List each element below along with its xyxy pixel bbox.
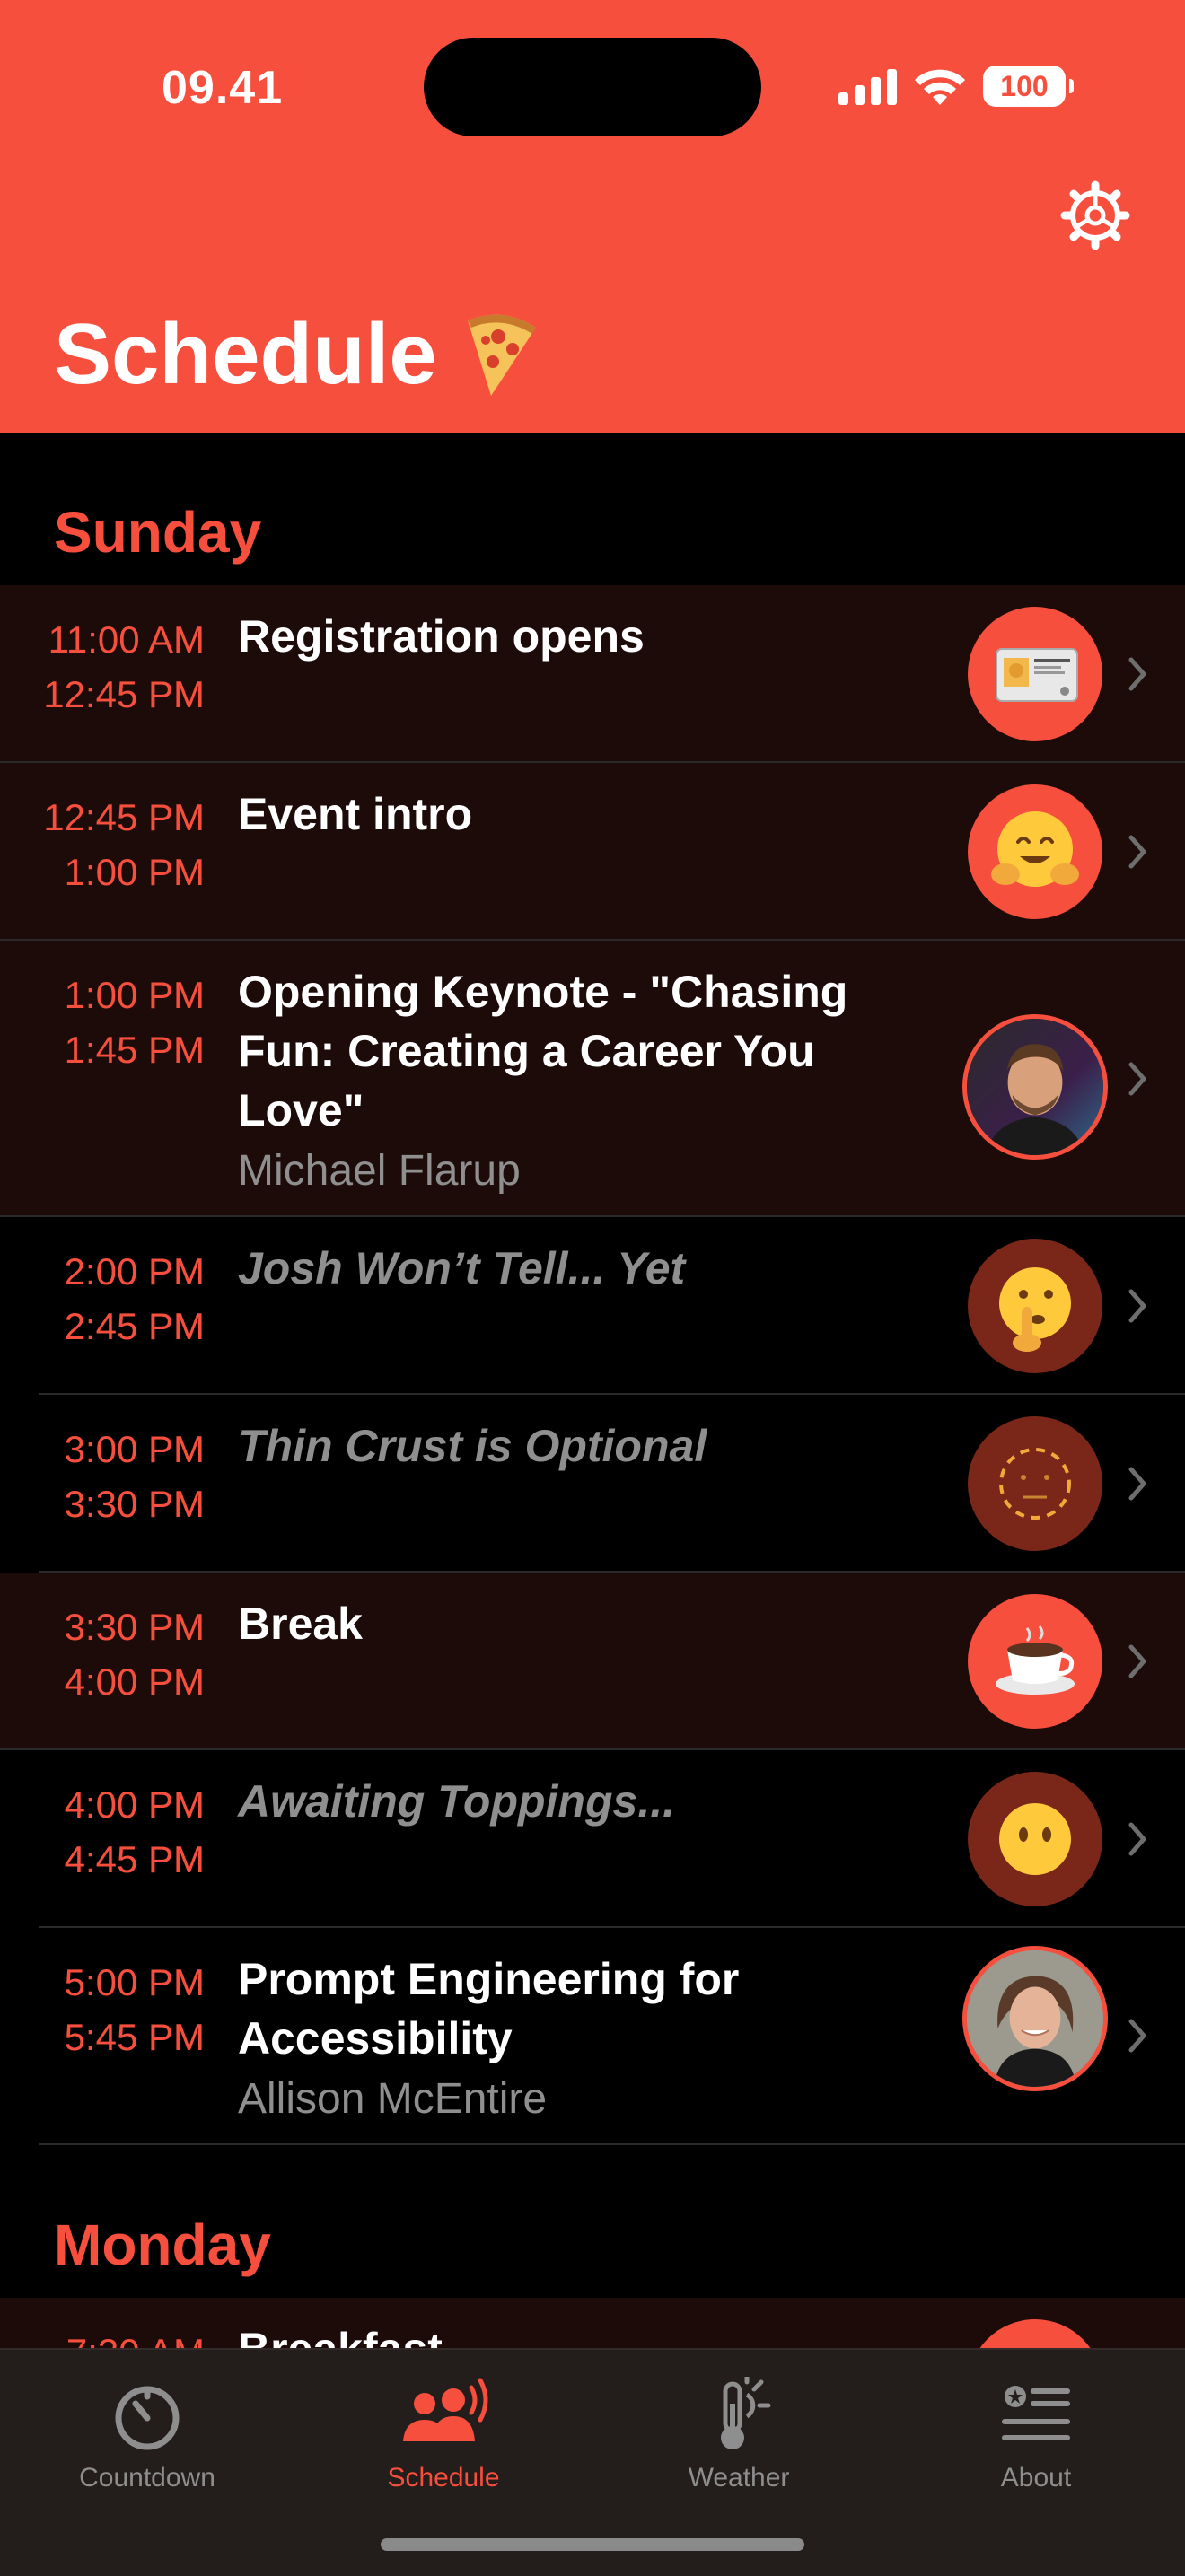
tab-label: Schedule: [387, 2463, 500, 2493]
session-title: Josh Won’t Tell... Yet: [238, 1243, 686, 1293]
list-star-icon: [1002, 2386, 1070, 2440]
session-title: Awaiting Toppings...: [238, 1776, 675, 1827]
session-title: Registration opens: [238, 611, 645, 662]
schedule-list: Sunday 11:00 AM 12:45 PM Registration op…: [0, 433, 1185, 2475]
tab-label: Countdown: [79, 2463, 215, 2493]
hugging-face-emoji-icon: [968, 784, 1102, 919]
day-header-sunday: Sunday: [0, 433, 1185, 585]
session-end: 1:45 PM: [64, 1029, 205, 1071]
session-start: 5:00 PM: [64, 1961, 205, 2003]
session-row[interactable]: 11:00 AM 12:45 PM Registration opens: [0, 585, 1185, 763]
speaker-avatar: [962, 1014, 1108, 1160]
session-row[interactable]: 2:00 PM 2:45 PM Josh Won’t Tell... Yet: [0, 1217, 1185, 1395]
face-without-mouth-emoji-icon: [968, 1772, 1102, 1906]
people-speaking-icon: [403, 2378, 488, 2441]
session-row[interactable]: 3:30 PM 4:00 PM Break: [0, 1573, 1185, 1750]
chevron-right-icon: [1128, 1289, 1146, 1323]
thermometer-sun-icon: [721, 2377, 771, 2449]
header: 09.41 100 Schedule: [0, 0, 1185, 433]
session-row[interactable]: 1:00 PM 1:45 PM Opening Keynote - "Chasi…: [0, 941, 1185, 1217]
session-row[interactable]: 5:00 PM 5:45 PM Prompt Engineering for A…: [0, 1928, 1185, 2145]
session-end: 1:00 PM: [64, 851, 205, 893]
session-times: 12:45 PM 1:00 PM: [0, 790, 205, 899]
session-start: 11:00 AM: [48, 618, 205, 661]
session-times: 1:00 PM 1:45 PM: [0, 968, 205, 1077]
tab-schedule[interactable]: Schedule: [327, 2377, 560, 2511]
session-start: 12:45 PM: [43, 796, 205, 838]
session-speaker: Allison McEntire: [238, 2075, 548, 2123]
session-times: 11:00 AM 12:45 PM: [0, 612, 205, 722]
cellular-signal-icon: [838, 67, 897, 105]
session-title: Opening Keynote - "Chasing Fun: Creating…: [238, 967, 848, 1135]
session-times: 3:30 PM 4:00 PM: [0, 1599, 205, 1709]
session-end: 2:45 PM: [64, 1305, 205, 1347]
dotted-line-face-emoji-icon: [968, 1416, 1102, 1551]
page-title: Schedule: [54, 305, 541, 404]
status-icons: 100: [838, 63, 1074, 110]
session-end: 5:45 PM: [64, 2016, 205, 2058]
session-start: 2:00 PM: [64, 1250, 205, 1292]
session-times: 3:00 PM 3:30 PM: [0, 1422, 205, 1531]
chevron-right-icon: [1128, 1822, 1146, 1856]
session-title: Event intro: [238, 789, 473, 839]
day-name: Sunday: [54, 500, 262, 565]
session-row[interactable]: 4:00 PM 4:45 PM Awaiting Toppings...: [0, 1750, 1185, 1928]
page-title-text: Schedule: [54, 306, 437, 402]
session-start: 3:00 PM: [64, 1428, 205, 1470]
shushing-face-emoji-icon: [968, 1239, 1102, 1373]
day-name: Monday: [54, 2212, 271, 2277]
wifi-icon: [915, 69, 965, 105]
session-end: 4:00 PM: [64, 1660, 205, 1703]
chevron-right-icon: [1128, 1644, 1146, 1678]
dynamic-island: [424, 38, 761, 136]
session-times: 4:00 PM 4:45 PM: [0, 1777, 205, 1887]
session-start: 1:00 PM: [64, 974, 205, 1016]
session-start: 3:30 PM: [64, 1606, 205, 1648]
session-row[interactable]: 12:45 PM 1:00 PM Event intro: [0, 763, 1185, 941]
status-time: 09.41: [162, 62, 284, 114]
session-title: Break: [238, 1599, 363, 1649]
day-header-monday: Monday: [0, 2145, 1185, 2298]
home-indicator[interactable]: [381, 2538, 804, 2551]
battery-icon: 100: [983, 66, 1074, 107]
session-speaker: Michael Flarup: [238, 1147, 521, 1195]
chevron-right-icon: [1128, 657, 1146, 691]
tab-countdown[interactable]: Countdown: [31, 2377, 264, 2511]
session-times: 2:00 PM 2:45 PM: [0, 1244, 205, 1354]
chevron-right-icon: [1128, 2019, 1146, 2053]
session-end: 3:30 PM: [64, 1483, 205, 1525]
chevron-right-icon: [1128, 835, 1146, 869]
session-end: 4:45 PM: [64, 1838, 205, 1880]
coffee-cup-emoji-icon: [968, 1594, 1102, 1729]
pizza-icon: [467, 314, 536, 396]
session-title: Prompt Engineering for Accessibility: [238, 1954, 740, 2063]
chevron-right-icon: [1128, 1467, 1146, 1501]
session-row[interactable]: 3:00 PM 3:30 PM Thin Crust is Optional: [0, 1395, 1185, 1573]
tab-label: Weather: [688, 2463, 790, 2493]
speaker-avatar: [962, 1946, 1108, 2091]
tab-label: About: [1000, 2463, 1072, 2493]
session-end: 12:45 PM: [43, 673, 205, 715]
settings-gear-icon[interactable]: [1059, 180, 1131, 251]
session-times: 5:00 PM 5:45 PM: [0, 1955, 205, 2064]
session-start: 4:00 PM: [64, 1783, 205, 1826]
chevron-right-icon: [1128, 1062, 1146, 1096]
tab-about[interactable]: About: [919, 2377, 1153, 2511]
timer-icon: [115, 2386, 180, 2450]
session-title: Thin Crust is Optional: [238, 1421, 707, 1471]
tab-weather[interactable]: Weather: [622, 2377, 856, 2511]
id-card-emoji-icon: [968, 607, 1102, 741]
